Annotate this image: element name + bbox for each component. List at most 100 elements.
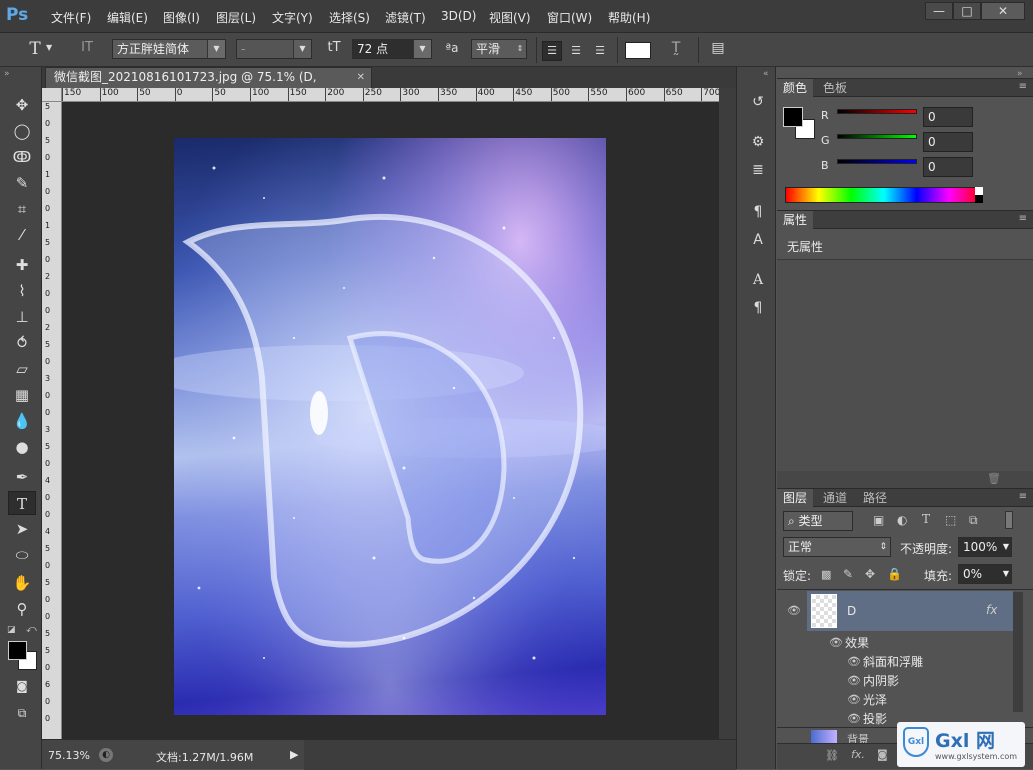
menu-image[interactable]: 图像(I) (163, 9, 200, 26)
type-tool-preset-icon[interactable]: T (24, 39, 46, 59)
menu-filter[interactable]: 滤镜(T) (385, 9, 426, 26)
b-value[interactable]: 0 (923, 157, 973, 177)
eyedropper-icon[interactable]: ⁄ (8, 223, 36, 247)
align-right-icon[interactable]: ☰ (590, 41, 610, 61)
healing-brush-icon[interactable]: ✚ (8, 253, 36, 277)
ellipse-tool-icon[interactable]: ⬭ (8, 543, 36, 567)
swap-colors-icon[interactable]: ⤺ (26, 624, 37, 635)
gradient-tool-icon[interactable]: ▦ (8, 383, 36, 407)
layer-thumbnail[interactable] (811, 594, 837, 628)
panel-menu-icon[interactable]: ≡ (1019, 213, 1027, 224)
tab-color[interactable]: 颜色 (777, 79, 814, 98)
history-brush-icon[interactable]: ⥀ (8, 331, 36, 355)
eraser-icon[interactable]: ▱ (8, 357, 36, 381)
font-family-select[interactable]: 方正胖娃简体 ▼ (112, 39, 226, 59)
b-slider[interactable] (837, 159, 917, 164)
brush-panel-icon[interactable]: ⚙ (747, 131, 769, 153)
horizontal-scrollbar[interactable] (304, 740, 736, 770)
screen-mode-icon[interactable]: ⧉ (8, 701, 36, 725)
lasso-tool-icon[interactable]: ↂ (8, 145, 36, 169)
effect-inner-shadow[interactable]: 内阴影 (863, 672, 899, 689)
close-button[interactable]: ✕ (981, 2, 1025, 20)
brush-tool-icon[interactable]: ⌇ (8, 279, 36, 303)
zoom-tool-icon[interactable]: ⚲ (8, 597, 36, 621)
filter-toggle[interactable] (1005, 511, 1013, 529)
smart-filter-icon[interactable]: ⧉ (969, 513, 978, 528)
eye-icon[interactable]: 👁 (847, 693, 861, 706)
trash-icon[interactable]: 🗑 (987, 472, 1001, 485)
menu-file[interactable]: 文件(F) (51, 9, 91, 26)
eye-icon[interactable]: 👁 (787, 604, 801, 617)
adjustment-filter-icon[interactable]: ◐ (897, 513, 907, 527)
paragraph-panel-icon[interactable]: ¶ (747, 297, 769, 319)
maximize-button[interactable]: □ (953, 2, 981, 20)
effect-bevel[interactable]: 斜面和浮雕 (863, 653, 923, 670)
add-mask-icon[interactable]: ◙ (877, 748, 888, 761)
eye-icon[interactable]: 👁 (847, 674, 861, 687)
menu-type[interactable]: 文字(Y) (272, 9, 313, 26)
tab-properties[interactable]: 属性 (777, 211, 814, 230)
r-value[interactable]: 0 (923, 107, 973, 127)
menu-edit[interactable]: 编辑(E) (107, 9, 148, 26)
foreground-color-swatch[interactable] (8, 641, 27, 660)
tab-swatches[interactable]: 色板 (817, 79, 853, 98)
menu-view[interactable]: 视图(V) (489, 9, 531, 26)
panel-menu-icon[interactable]: ≡ (1019, 491, 1027, 502)
eye-icon[interactable]: 👁 (829, 636, 843, 649)
pen-tool-icon[interactable]: ✒ (8, 465, 36, 489)
text-color-swatch[interactable] (625, 42, 651, 59)
panel-menu-icon[interactable]: ≡ (1019, 81, 1027, 92)
link-layers-icon[interactable]: ⛓ (825, 749, 839, 762)
foreground-color-swatch[interactable] (783, 107, 803, 127)
menu-3d[interactable]: 3D(D) (441, 9, 476, 23)
dodge-tool-icon[interactable]: ● (8, 435, 36, 459)
g-value[interactable]: 0 (923, 132, 973, 152)
r-slider[interactable] (837, 109, 917, 114)
status-icon[interactable]: ◐ (99, 748, 113, 762)
lock-all-icon[interactable]: 🔒 (887, 567, 902, 581)
character-panel-icon[interactable]: A (747, 269, 769, 291)
layers-scrollbar[interactable] (1013, 592, 1023, 712)
menu-window[interactable]: 窗口(W) (547, 9, 592, 26)
color-spectrum-bar[interactable] (785, 187, 983, 203)
antialias-select[interactable]: 平滑 ⇕ (471, 39, 527, 59)
black-white-ramp[interactable] (975, 187, 983, 203)
character-panel-icon[interactable]: ▤ (707, 40, 729, 56)
default-colors-icon[interactable]: ◪ (7, 625, 16, 635)
adjust-panel-icon[interactable]: ≣ (747, 159, 769, 181)
crop-tool-icon[interactable]: ⌗ (8, 197, 36, 221)
menu-select[interactable]: 选择(S) (329, 9, 370, 26)
move-tool-icon[interactable]: ✥ (8, 93, 36, 117)
effect-drop-shadow[interactable]: 投影 (863, 710, 887, 727)
menu-help[interactable]: 帮助(H) (608, 9, 650, 26)
character-style-icon[interactable]: A (747, 229, 769, 251)
lock-position-icon[interactable]: ✥ (865, 567, 875, 581)
chevron-down-icon[interactable]: ▼ (46, 43, 52, 52)
quick-mask-icon[interactable]: ◙ (8, 674, 36, 698)
collapse-icon[interactable]: » (4, 69, 10, 79)
toggle-orientation-icon[interactable]: IT (76, 40, 98, 55)
zoom-level[interactable]: 75.13% (48, 749, 90, 762)
eye-icon[interactable]: 👁 (847, 712, 861, 725)
tab-channels[interactable]: 通道 (817, 489, 853, 508)
menu-layer[interactable]: 图层(L) (216, 9, 256, 26)
fx-icon[interactable]: fx (986, 603, 997, 617)
add-style-icon[interactable]: fx. (851, 748, 865, 761)
document-image[interactable]: D (174, 138, 606, 715)
history-panel-icon[interactable]: ↺ (747, 91, 769, 113)
fill-input[interactable]: 0% ▼ (958, 564, 1012, 584)
g-slider[interactable] (837, 134, 917, 139)
tab-paths[interactable]: 路径 (857, 489, 893, 508)
paragraph-style-icon[interactable]: ¶ (747, 201, 769, 223)
hand-tool-icon[interactable]: ✋ (8, 571, 36, 595)
minimize-button[interactable]: — (925, 2, 953, 20)
lock-pixels-icon[interactable]: ✎ (843, 567, 853, 581)
vertical-scrollbar[interactable] (719, 88, 736, 739)
quick-selection-icon[interactable]: ✎ (8, 171, 36, 195)
shape-filter-icon[interactable]: ⬚ (945, 513, 956, 527)
font-style-select[interactable]: - ▼ (236, 39, 312, 59)
type-filter-icon[interactable]: T (922, 512, 930, 526)
warp-text-icon[interactable]: T̰ (665, 40, 687, 56)
layer-row-d[interactable] (807, 591, 1013, 631)
blur-tool-icon[interactable]: 💧 (8, 409, 36, 433)
